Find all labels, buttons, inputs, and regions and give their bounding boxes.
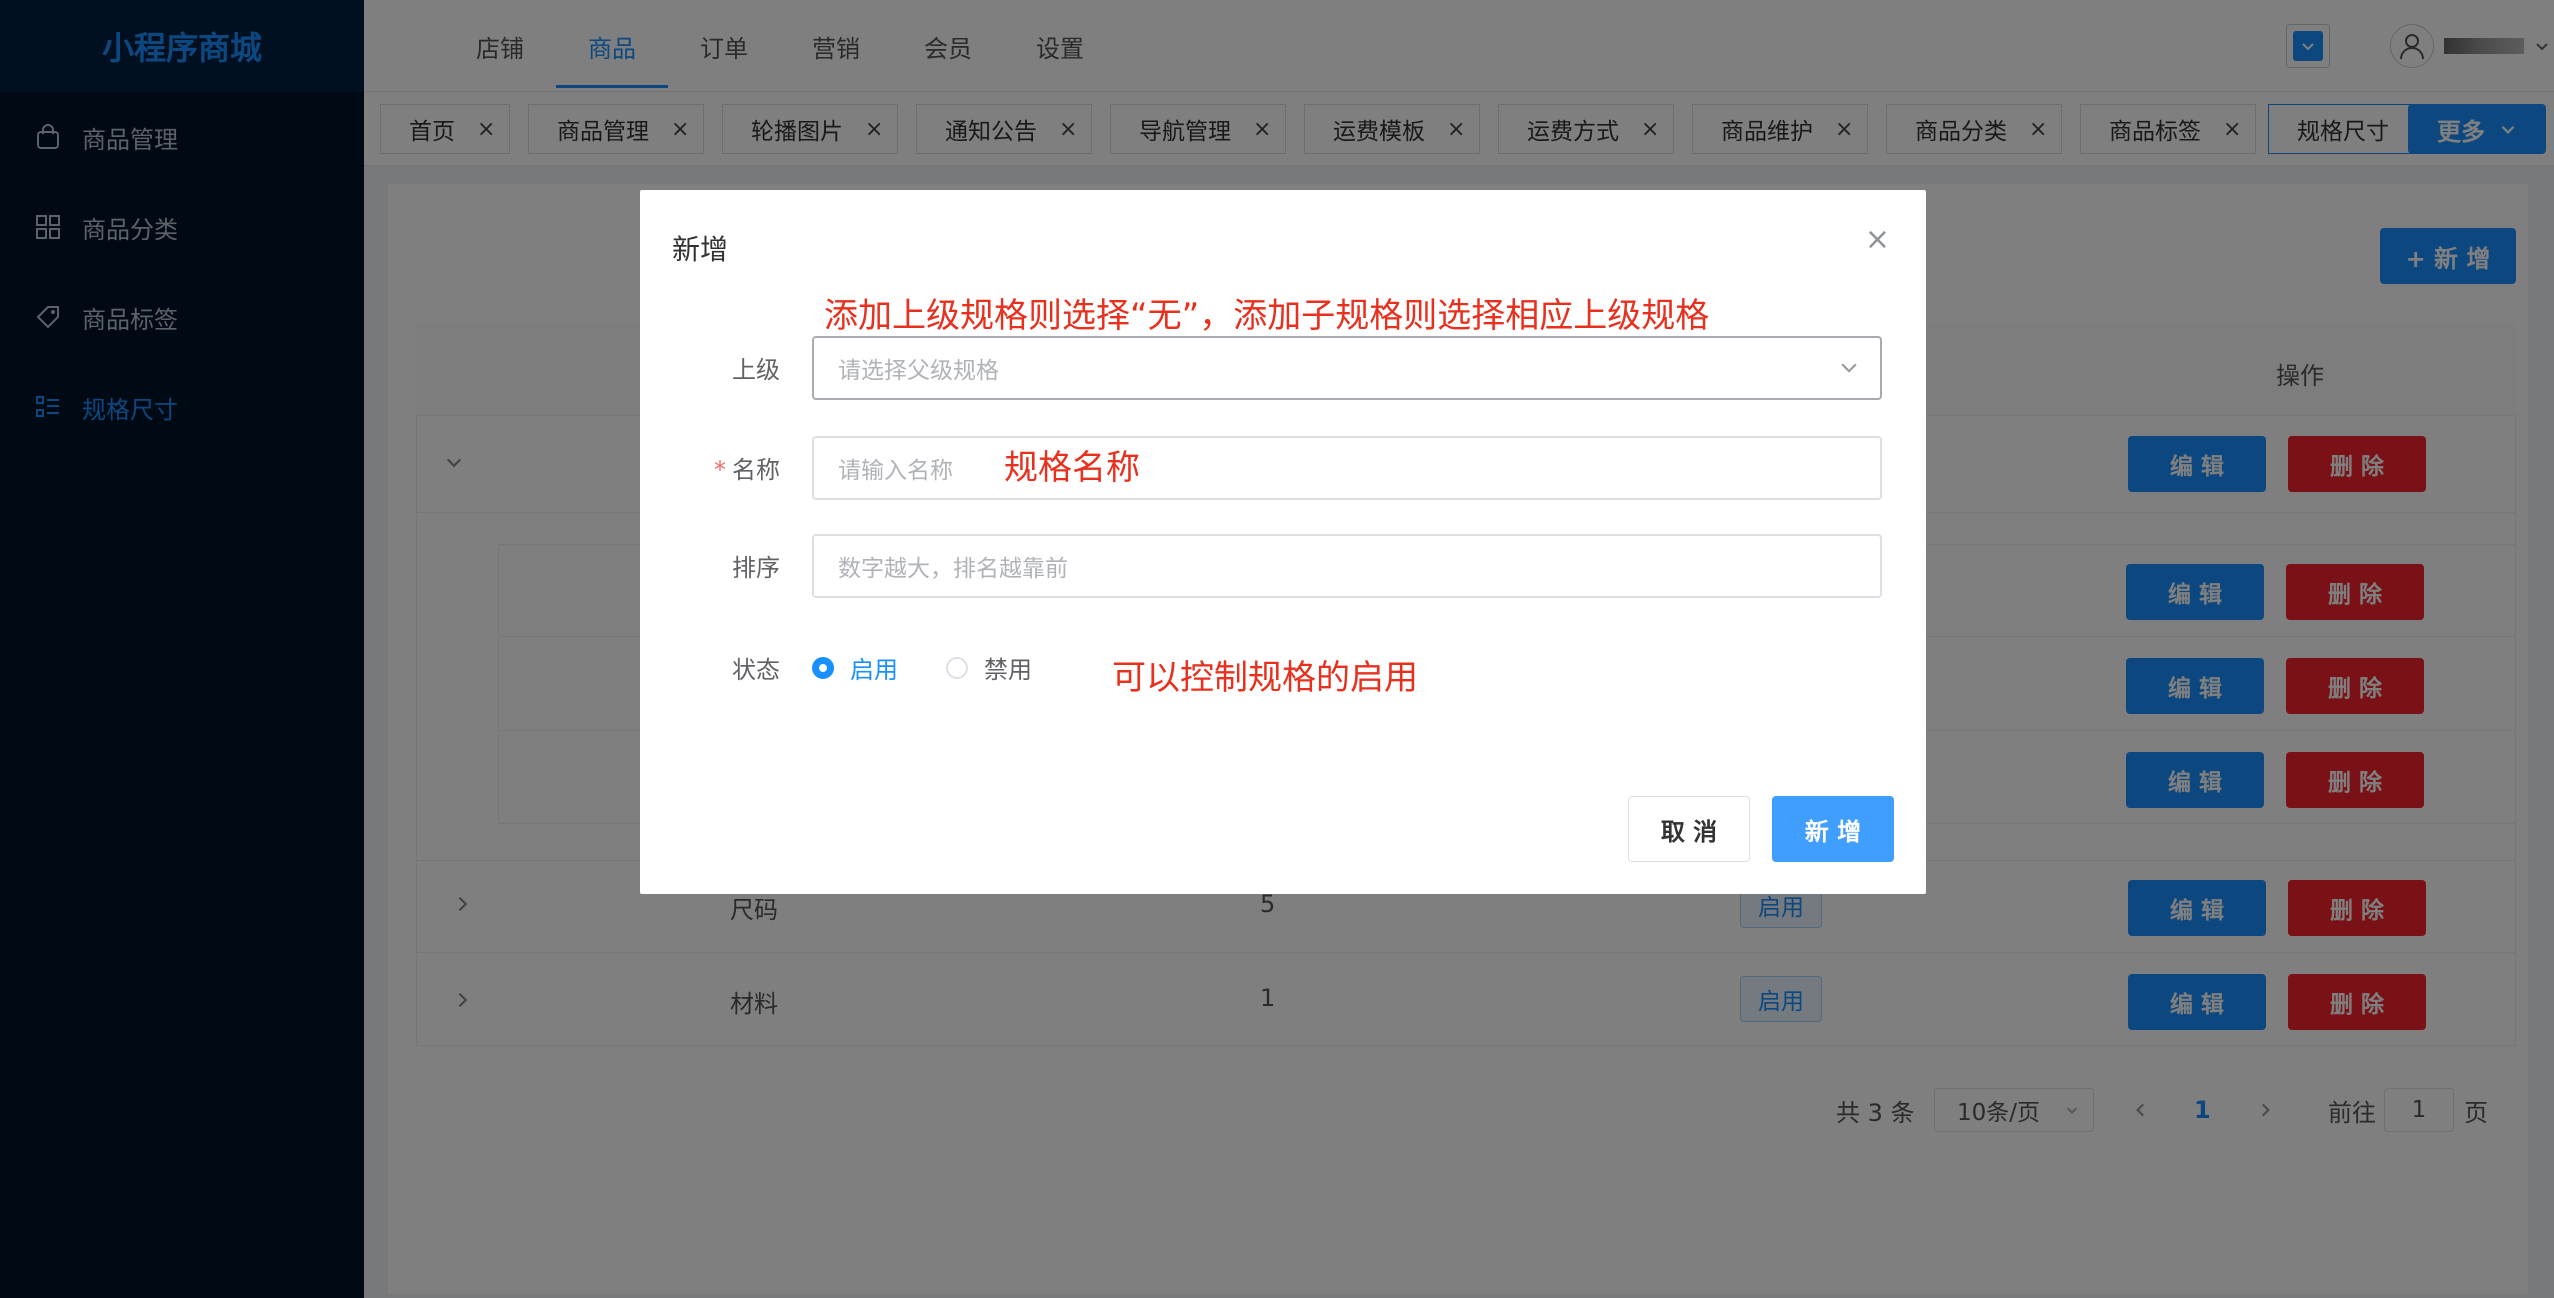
status-annotation: 可以控制规格的启用: [1112, 658, 1418, 698]
close-icon[interactable]: ×: [1865, 222, 1890, 257]
chevron-down-icon: [1841, 363, 1857, 373]
sort-label: 排序: [732, 554, 780, 582]
name-label-text: 名称: [732, 456, 780, 484]
name-input[interactable]: 请输入名称: [812, 436, 1882, 500]
name-placeholder: 请输入名称: [838, 458, 953, 484]
parent-select[interactable]: 请选择父级规格: [812, 336, 1882, 400]
cancel-button[interactable]: 取 消: [1628, 796, 1750, 862]
submit-button[interactable]: 新 增: [1772, 796, 1894, 862]
add-spec-dialog: 新增 × 添加上级规格则选择“无”，添加子规格则选择相应上级规格 上级 请选择父…: [640, 190, 1926, 894]
required-mark: *: [714, 456, 726, 484]
radio-label: 禁用: [984, 656, 1032, 684]
dialog-title: 新增: [672, 233, 729, 266]
status-radio-enabled[interactable]: 启用: [812, 650, 898, 685]
parent-label: 上级: [732, 356, 780, 384]
status-label: 状态: [732, 656, 780, 684]
status-radio-disabled[interactable]: 禁用: [946, 650, 1032, 685]
sort-input[interactable]: 数字越大，排名越靠前: [812, 534, 1882, 598]
radio-dot: [812, 656, 834, 679]
sort-placeholder: 数字越大，排名越靠前: [838, 556, 1068, 582]
radio-label: 启用: [850, 656, 898, 684]
name-annotation: 规格名称: [1004, 448, 1140, 488]
radio-dot: [946, 656, 968, 679]
parent-placeholder: 请选择父级规格: [838, 358, 999, 384]
name-label: * 名称: [640, 450, 780, 485]
parent-annotation: 添加上级规格则选择“无”，添加子规格则选择相应上级规格: [824, 296, 1710, 336]
